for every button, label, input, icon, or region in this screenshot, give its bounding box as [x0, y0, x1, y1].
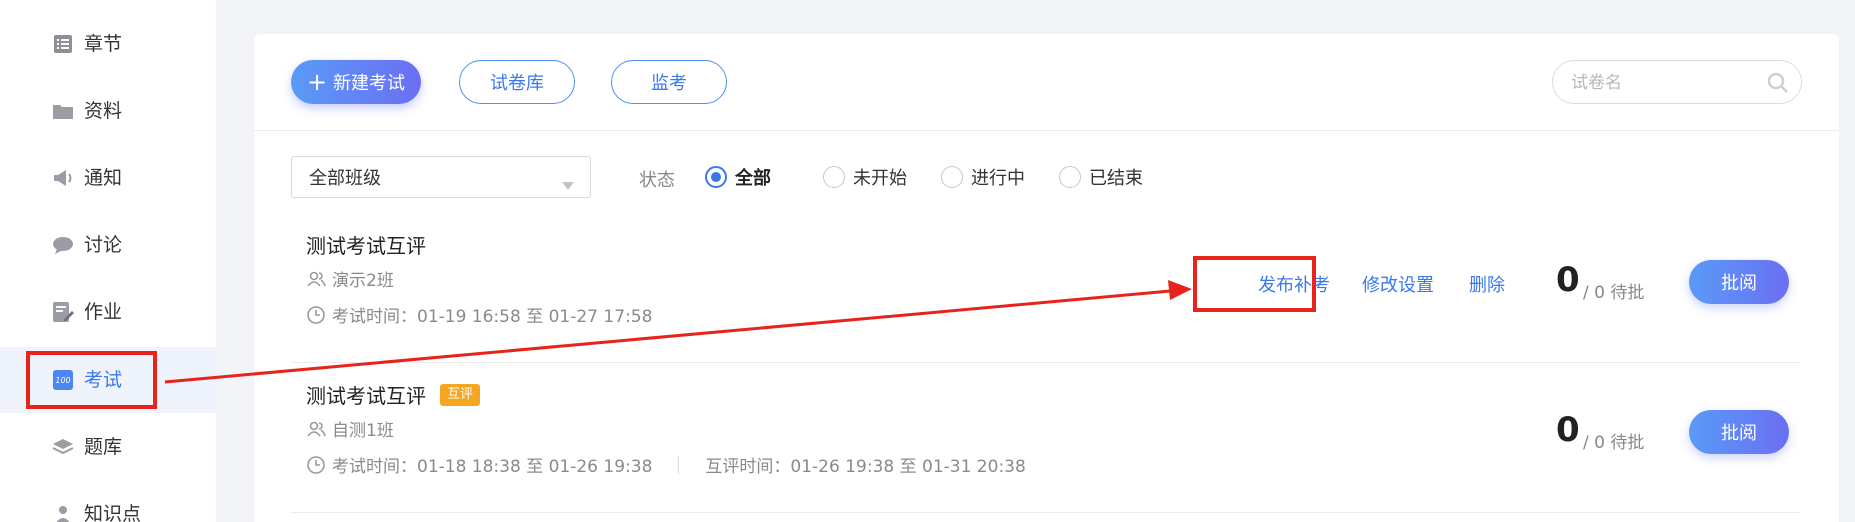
sidebar-item-discussion[interactable]: 讨论: [0, 212, 216, 278]
exam-title-text: 测试考试互评: [306, 234, 426, 258]
exam-time: 考试时间：01-19 16:58 至 01-27 17:58: [306, 302, 652, 327]
exam-time: 考试时间：01-18 18:38 至 01-26 19:38 互评时间：01-2…: [306, 452, 1026, 477]
plus-icon: +: [306, 68, 328, 96]
toolbar-divider: [254, 130, 1839, 131]
submitted-count: 0: [1556, 410, 1580, 450]
search-icon[interactable]: [1767, 72, 1789, 94]
sidebar-item-knowledge-points[interactable]: 知识点: [0, 481, 216, 522]
sidebar-item-label: 通知: [84, 167, 123, 189]
users-icon: [306, 419, 326, 439]
peer-review-time-text: 互评时间：01-26 19:38 至 01-31 20:38: [705, 457, 1026, 477]
review-button[interactable]: 批阅: [1689, 410, 1789, 454]
megaphone-icon: [52, 167, 74, 189]
sidebar-item-label: 作业: [84, 301, 123, 323]
proctor-button[interactable]: 监考: [611, 60, 727, 104]
clock-icon: [306, 305, 326, 325]
person-icon: [52, 503, 74, 522]
class-select-value: 全部班级: [309, 168, 381, 189]
exam-class-name: 演示2班: [332, 271, 394, 291]
review-button[interactable]: 批阅: [1689, 260, 1789, 304]
exam-list-panel: + 新建考试 试卷库 监考 全部班级 状态 全部 未开始 进行中 已结束 测试考…: [254, 34, 1839, 522]
exam-class: 自测1班: [306, 416, 394, 441]
users-icon: [306, 269, 326, 289]
sidebar-item-label: 讨论: [84, 234, 123, 256]
radio-label: 已结束: [1089, 168, 1143, 189]
status-radio-ended[interactable]: 已结束: [1059, 164, 1143, 190]
radio-label: 全部: [735, 168, 771, 189]
status-radio-not-started[interactable]: 未开始: [823, 164, 907, 190]
exam-title: 测试考试互评: [306, 230, 426, 259]
status-label: 状态: [639, 170, 675, 191]
search-input[interactable]: [1571, 71, 1761, 95]
submitted-count: 0: [1556, 260, 1580, 300]
exam-time-text: 考试时间：01-19 16:58 至 01-27 17:58: [332, 307, 653, 327]
publish-makeup-exam-link[interactable]: 发布补考: [1258, 271, 1330, 297]
sidebar-item-materials[interactable]: 资料: [0, 78, 216, 144]
pending-review-text: / 0 待批: [1583, 433, 1645, 453]
new-exam-button[interactable]: + 新建考试: [291, 60, 421, 104]
status-radio-in-progress[interactable]: 进行中: [941, 164, 1025, 190]
sidebar: 章节 资料 通知 讨论 作业 100 考试 题库 知识点: [0, 0, 216, 522]
status-radio-all[interactable]: 全部: [705, 164, 771, 190]
delete-link[interactable]: 删除: [1469, 271, 1505, 297]
exam-time-text: 考试时间：01-18 18:38 至 01-26 19:38: [332, 457, 653, 477]
sidebar-item-exams[interactable]: 100 考试: [0, 347, 216, 413]
radio-label: 未开始: [853, 168, 907, 189]
paper-bank-button[interactable]: 试卷库: [459, 60, 575, 104]
sidebar-item-label: 题库: [84, 436, 123, 458]
sidebar-item-homework[interactable]: 作业: [0, 279, 216, 345]
edit-settings-link[interactable]: 修改设置: [1362, 271, 1434, 297]
edit-document-icon: [52, 301, 74, 323]
layers-icon: [52, 436, 74, 458]
radio-button[interactable]: [705, 166, 727, 188]
exam-row: 测试考试互评 演示2班 考试时间：01-19 16:58 至 01-27 17:…: [291, 230, 1801, 380]
radio-button[interactable]: [823, 166, 845, 188]
exam-score-icon: 100: [52, 369, 74, 391]
chevron-down-icon: [562, 174, 574, 190]
sidebar-item-notices[interactable]: 通知: [0, 145, 216, 211]
row-divider: [291, 362, 1801, 363]
peer-review-badge: 互评: [440, 383, 481, 406]
folder-icon: [52, 100, 74, 122]
pending-review-text: / 0 待批: [1583, 283, 1645, 303]
sidebar-item-chapters[interactable]: 章节: [0, 11, 216, 77]
sidebar-item-label: 知识点: [84, 503, 142, 522]
class-select[interactable]: 全部班级: [291, 156, 591, 198]
exam-title-text: 测试考试互评: [306, 384, 426, 408]
sidebar-item-label: 章节: [84, 33, 123, 55]
radio-label: 进行中: [971, 168, 1025, 189]
sidebar-item-label: 资料: [84, 100, 123, 122]
exam-row: 测试考试互评 互评 自测1班 考试时间：01-18 18:38 至 01-26 …: [291, 380, 1801, 520]
radio-button[interactable]: [941, 166, 963, 188]
exam-class: 演示2班: [306, 266, 394, 291]
sidebar-item-label: 考试: [84, 369, 123, 391]
new-exam-label: 新建考试: [333, 73, 406, 94]
meta-divider: [678, 455, 680, 474]
radio-button[interactable]: [1059, 166, 1081, 188]
row-divider: [291, 512, 1801, 513]
clock-icon: [306, 455, 326, 475]
exam-class-name: 自测1班: [332, 421, 394, 441]
list-icon: [52, 33, 74, 55]
chat-bubble-icon: [52, 234, 74, 256]
search-box: [1552, 60, 1802, 104]
exam-title: 测试考试互评 互评: [306, 380, 481, 409]
sidebar-item-question-bank[interactable]: 题库: [0, 414, 216, 480]
svg-text:100: 100: [55, 376, 70, 385]
